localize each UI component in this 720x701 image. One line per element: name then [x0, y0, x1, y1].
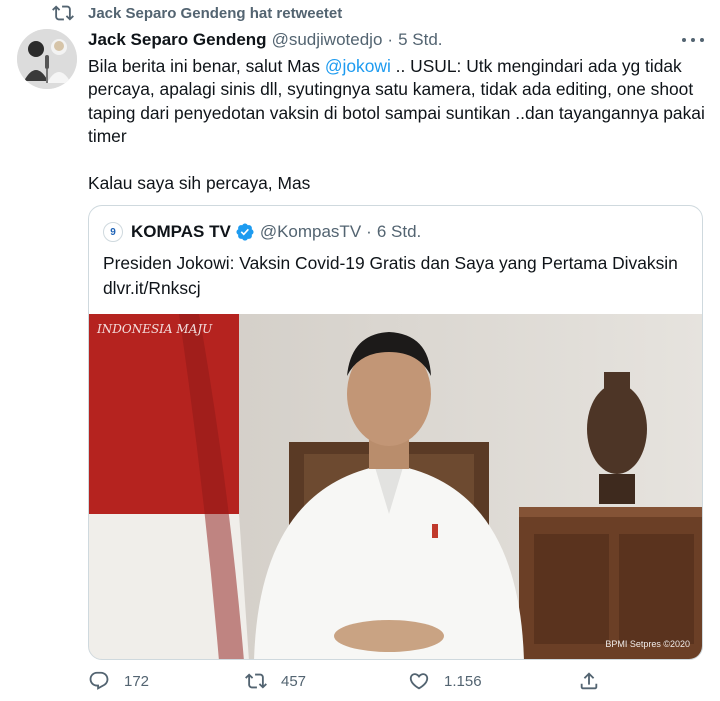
quoted-text: Presiden Jokowi: Vaksin Covid-19 Gratis … — [103, 253, 678, 298]
action-bar: 172 457 1.156 — [88, 668, 608, 694]
quoted-image[interactable]: INDONESIA MAJU BPMI Setpres ©2020 — [89, 314, 702, 659]
reply-button[interactable]: 172 — [88, 668, 149, 694]
quoted-author-handle: @KompasTV — [259, 222, 362, 241]
reply-count: 172 — [124, 672, 150, 690]
tweet-text-start: Bila berita ini benar, salut Mas — [88, 56, 325, 76]
reply-icon — [89, 671, 109, 690]
retweet-context[interactable]: Jack Separo Gendeng hat retweetet — [52, 2, 342, 24]
tweet-header: Jack Separo Gendeng @sudjiwotedjo · 5 St… — [88, 28, 706, 52]
image-watermark: INDONESIA MAJU — [97, 322, 213, 336]
quoted-tweet[interactable]: 9 KOMPAS TV @KompasTV · 6 Std. Presiden … — [88, 205, 703, 660]
author-name[interactable]: Jack Separo Gendeng — [88, 30, 267, 50]
separator: · — [387, 30, 394, 49]
like-button[interactable]: 1.156 — [408, 668, 482, 694]
quoted-avatar: 9 — [103, 222, 123, 242]
retweet-button[interactable]: 457 — [245, 668, 306, 694]
like-count: 1.156 — [444, 672, 482, 690]
quoted-header: 9 KOMPAS TV @KompasTV · 6 Std. — [103, 221, 421, 243]
tweet[interactable]: Jack Separo Gendeng @sudjiwotedjo · 5 St… — [88, 28, 706, 195]
retweet-count: 457 — [281, 672, 307, 690]
quoted-author-name: KOMPAS TV — [131, 222, 231, 241]
retweet-icon — [52, 5, 74, 21]
retweet-label: Jack Separo Gendeng hat retweetet — [88, 4, 343, 22]
quoted-time: 6 Std. — [376, 222, 422, 241]
share-button[interactable] — [578, 668, 614, 694]
author-handle[interactable]: @sudjiwotedjo — [272, 30, 383, 50]
image-credit: BPMI Setpres ©2020 — [605, 639, 690, 649]
share-icon — [580, 672, 598, 690]
verified-badge-icon — [236, 223, 254, 241]
tweet-text-rest: .. USUL: Utk mengindari ada yg tidak per… — [88, 56, 705, 194]
press-conference-photo — [89, 314, 702, 659]
retweet-icon — [245, 673, 267, 689]
quoted-separator: · — [366, 222, 372, 241]
heart-icon — [409, 673, 429, 690]
tweet-time[interactable]: 5 Std. — [398, 30, 442, 50]
more-icon[interactable] — [682, 32, 704, 48]
avatar-image — [17, 29, 77, 89]
tweet-text: Bila berita ini benar, salut Mas @jokowi… — [88, 55, 706, 195]
mention-link[interactable]: @jokowi — [325, 56, 391, 76]
avatar[interactable] — [17, 29, 77, 89]
